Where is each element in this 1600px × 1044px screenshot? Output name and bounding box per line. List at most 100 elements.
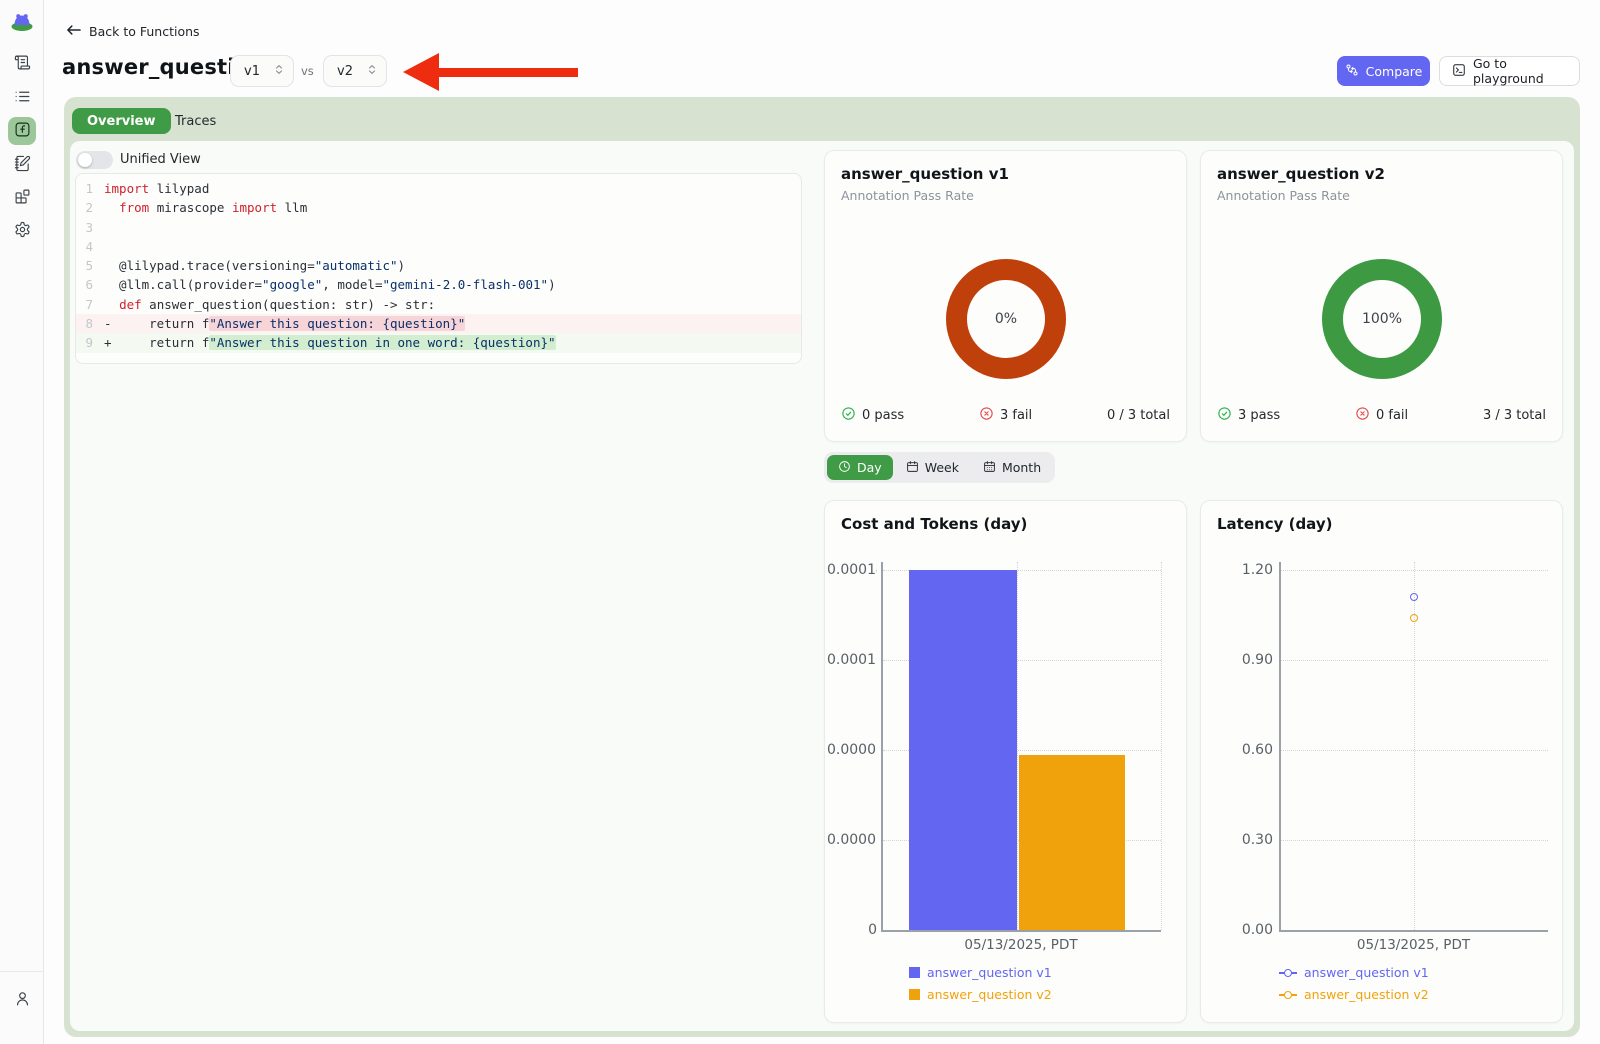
fail-count: 3 fail xyxy=(1000,408,1032,423)
terminal-icon xyxy=(1452,63,1466,80)
pass-stat: 3 pass xyxy=(1217,406,1280,425)
unified-view-toggle[interactable] xyxy=(76,151,113,169)
version-select-right[interactable]: v2 xyxy=(323,55,387,87)
fail-stat: 0 fail xyxy=(1355,406,1408,425)
scroll-icon xyxy=(14,54,31,75)
gridline xyxy=(1017,562,1018,930)
latency-card: Latency (day) 0.000.300.600.901.2005/13/… xyxy=(1200,500,1563,1023)
code-text: import lilypad xyxy=(104,179,209,198)
tab-overview[interactable]: Overview xyxy=(72,108,171,134)
lilypad-logo[interactable] xyxy=(10,9,34,33)
chevron-up-down-icon xyxy=(367,63,377,80)
unified-view-label: Unified View xyxy=(120,152,201,167)
gear-icon xyxy=(14,221,31,242)
y-axis xyxy=(881,562,883,930)
y-tick-label: 0.00014 xyxy=(827,561,877,579)
range-week-label: Week xyxy=(925,460,959,475)
y-tick-label: 0.60 xyxy=(1229,741,1273,759)
cost-tokens-card: Cost and Tokens (day) 00.0000350.000070.… xyxy=(824,500,1187,1023)
back-to-functions-link[interactable]: Back to Functions xyxy=(66,24,200,39)
y-tick-label: 0.000035 xyxy=(827,831,877,849)
card-subtitle: Annotation Pass Rate xyxy=(841,188,974,203)
git-compare-icon xyxy=(1345,63,1359,80)
x-circle-icon xyxy=(1355,406,1370,425)
card-title: answer_question v1 xyxy=(841,165,1009,183)
sidebar-divider xyxy=(0,971,43,972)
line-number: 8 xyxy=(76,314,104,333)
y-tick-label: 0.00007 xyxy=(827,741,877,759)
card-title: answer_question v2 xyxy=(1217,165,1385,183)
bar-answer_question v1[interactable] xyxy=(909,570,1017,930)
version-left-value: v1 xyxy=(244,64,260,79)
fail-stat: 3 fail xyxy=(979,406,1032,425)
range-day-button[interactable]: Day xyxy=(827,455,893,480)
user-icon xyxy=(14,990,31,1011)
point-answer_question v1[interactable] xyxy=(1410,593,1418,601)
code-text: + return f"Answer this question in one w… xyxy=(104,333,556,352)
notebook-pen-icon xyxy=(14,155,31,176)
app-window: Back to Functions answer_question v1 vs … xyxy=(0,0,1600,1044)
code-diff-panel[interactable]: 1import lilypad2 from mirascope import l… xyxy=(75,173,802,364)
line-number: 3 xyxy=(76,218,104,237)
legend-item: answer_question v2 xyxy=(1279,987,1429,1002)
go-to-playground-button[interactable]: Go to playground xyxy=(1439,56,1580,86)
line-number: 5 xyxy=(76,256,104,275)
code-line-2: 2 from mirascope import llm xyxy=(76,198,801,217)
compare-button[interactable]: Compare xyxy=(1337,56,1430,86)
legend-label: answer_question v2 xyxy=(927,987,1052,1002)
code-line-1: 1import lilypad xyxy=(76,179,801,198)
latency-chart: 0.000.300.600.901.2005/13/2025, PDTanswe… xyxy=(1201,501,1562,1022)
code-line-6: 6 @llm.call(provider="google", model="ge… xyxy=(76,275,801,294)
sidebar-item-list[interactable] xyxy=(8,84,36,112)
clock-icon xyxy=(838,460,851,476)
user-menu[interactable] xyxy=(8,986,36,1014)
code-line-3: 3 xyxy=(76,218,801,237)
code-line-9: 9+ return f"Answer this question in one … xyxy=(76,333,801,352)
line-number: 6 xyxy=(76,275,104,294)
donut-percent: 100% xyxy=(1362,311,1402,327)
legend-item: answer_question v1 xyxy=(1279,965,1429,980)
y-tick-label: 0.00 xyxy=(1229,921,1273,939)
y-tick-label: 0 xyxy=(827,921,877,939)
code-text: @llm.call(provider="google", model="gemi… xyxy=(104,275,556,294)
legend-label: answer_question v2 xyxy=(1304,987,1429,1002)
tab-traces[interactable]: Traces xyxy=(163,108,228,134)
code-line-8: 8- return f"Answer this question: {quest… xyxy=(76,314,801,333)
y-tick-label: 0.90 xyxy=(1229,651,1273,669)
list-icon xyxy=(14,88,31,109)
tab-traces-label: Traces xyxy=(175,114,216,129)
version-select-left[interactable]: v1 xyxy=(230,55,294,87)
sidebar-item-docs[interactable] xyxy=(8,50,36,78)
pass-rate-donut: 100% xyxy=(1322,259,1442,379)
gridline xyxy=(1161,562,1162,930)
line-number: 4 xyxy=(76,237,104,256)
y-axis xyxy=(1279,562,1281,930)
back-link-label: Back to Functions xyxy=(89,24,200,39)
point-answer_question v2[interactable] xyxy=(1410,614,1418,622)
total-stat: 3 / 3 total xyxy=(1483,408,1546,423)
code-line-4: 4 xyxy=(76,237,801,256)
check-circle-icon xyxy=(1217,406,1232,425)
sidebar-item-annotations[interactable] xyxy=(8,151,36,179)
sidebar-item-settings[interactable] xyxy=(8,217,36,245)
range-month-button[interactable]: Month xyxy=(972,455,1052,480)
donut-percent: 0% xyxy=(995,311,1017,327)
toggle-knob xyxy=(78,153,92,167)
bar-answer_question v2[interactable] xyxy=(1019,755,1125,930)
x-axis-label: 05/13/2025, PDT xyxy=(1279,937,1548,953)
sidebar xyxy=(0,0,44,1044)
annotation-arrow xyxy=(435,68,578,77)
legend-label: answer_question v1 xyxy=(1304,965,1429,980)
range-week-button[interactable]: Week xyxy=(895,455,970,480)
pass-rate-donut: 0% xyxy=(946,259,1066,379)
line-number: 9 xyxy=(76,333,104,352)
check-circle-icon xyxy=(841,406,856,425)
code-line-5: 5 @lilypad.trace(versioning="automatic") xyxy=(76,256,801,275)
sidebar-item-functions[interactable] xyxy=(8,117,36,145)
calendar-icon xyxy=(906,460,919,476)
pass-count: 0 pass xyxy=(862,408,904,423)
time-range-toggle: Day Week Month xyxy=(824,452,1055,483)
sidebar-item-blocks[interactable] xyxy=(8,184,36,212)
legend-label: answer_question v1 xyxy=(927,965,1052,980)
arrow-left-icon xyxy=(66,24,81,39)
